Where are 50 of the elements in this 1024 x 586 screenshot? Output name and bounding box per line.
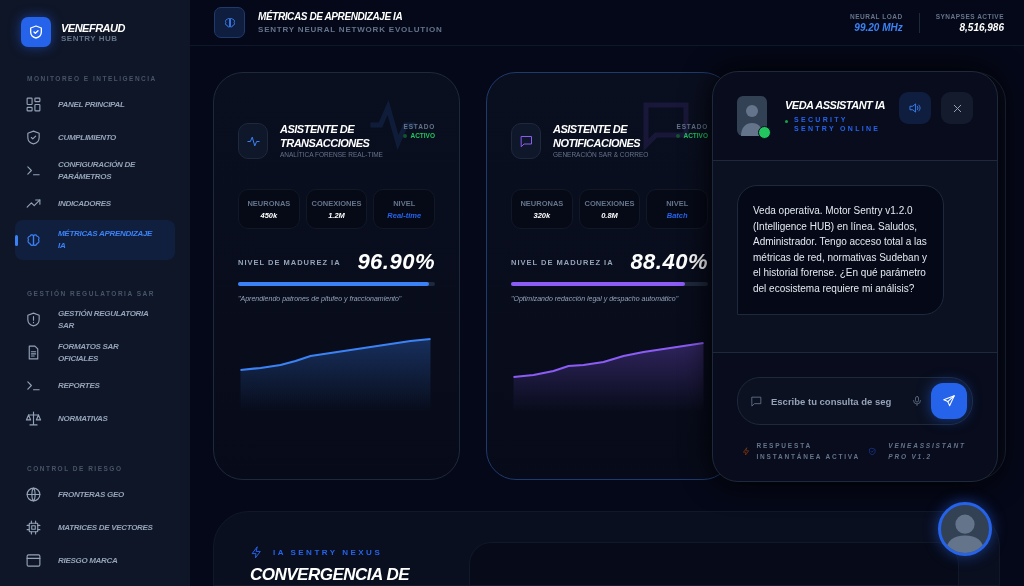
- grid-icon: [25, 96, 42, 113]
- window-icon: [25, 552, 42, 569]
- chat-bubble-icon: [750, 394, 763, 408]
- brand-subtitle: SENTRY HUB: [61, 33, 119, 43]
- sidebar-item[interactable]: PANEL PRINCIPAL: [15, 88, 175, 121]
- card-title: ASISTENTE DE NOTIFICACIONES: [553, 122, 642, 150]
- sidebar-item[interactable]: RIESGO MARCA: [15, 544, 175, 577]
- maturity-value: 88.40%: [630, 249, 708, 275]
- brain-icon: [222, 15, 237, 30]
- lightning-icon: [742, 446, 751, 456]
- assistant-name: VEDA ASSISTANT IA: [785, 99, 886, 111]
- page-title: MÉTRICAS DE APRENDIZAJE IA: [258, 11, 404, 22]
- assistant-message: Veda operativa. Motor Sentry v1.2.0 (Intelligence HUB) en línea. Saludos, Administrador. Tengo acceso total a las métricas de red, normativas Sudeban y el historial forense. ¿En qué parámetro del ecosistema requiere mi análisis?: [737, 185, 944, 315]
- chip-icon: [25, 519, 42, 536]
- shield-alert-icon: [25, 311, 42, 328]
- assistant-avatar-button[interactable]: [938, 502, 992, 556]
- send-icon: [942, 394, 956, 408]
- shield-check-icon: [25, 129, 42, 146]
- stat-value: 8,516,986: [958, 21, 1004, 33]
- message-input[interactable]: Escribe tu consulta de seg: [771, 395, 903, 407]
- sidebar-item[interactable]: REPORTES: [15, 369, 175, 402]
- card-title: ASISTENTE DE TRANSACCIONES: [280, 122, 371, 150]
- section-label: IA SENTRY NEXUS: [273, 548, 383, 557]
- chat-bubble-icon: [518, 133, 534, 149]
- sidebar-item[interactable]: MATRICES DE VECTORES: [15, 511, 175, 544]
- scale-icon: [25, 410, 42, 427]
- send-button[interactable]: [931, 383, 967, 419]
- globe-icon: [25, 486, 42, 503]
- status-dot: [785, 120, 788, 123]
- page-subtitle: SENTRY NEURAL NETWORK EVOLUTION: [258, 25, 443, 34]
- section-heading: CONVERGENCIA DE: [250, 565, 410, 585]
- stat-value: 99.20 MHz: [853, 21, 903, 33]
- shield-check-icon: [867, 446, 877, 456]
- shield-check-icon: [28, 24, 44, 40]
- lightning-icon: [250, 546, 263, 559]
- brain-icon: [25, 231, 42, 249]
- avatar-silhouette: [737, 96, 767, 136]
- maturity-value: 96.90%: [357, 249, 435, 275]
- sidebar-item[interactable]: CUMPLIMIENTO: [15, 121, 175, 154]
- speaker-button[interactable]: [899, 92, 931, 124]
- brand-name: VENEFRAUD: [61, 21, 125, 34]
- sidebar-item[interactable]: GESTIÓN REGULATORIA SAR: [15, 303, 175, 336]
- sidebar-item[interactable]: FORMATOS SAR OFICIALES: [15, 336, 175, 369]
- sidebar-item[interactable]: MÉTRICAS APRENDIZAJE IA: [15, 220, 175, 260]
- microphone-icon: [911, 395, 923, 407]
- sidebar-item[interactable]: CONFIGURACIÓN DE PARÁMETROS: [15, 154, 175, 187]
- sidebar-item[interactable]: FRONTERAS GEO: [15, 478, 175, 511]
- sidebar-item[interactable]: INDICADORES: [15, 187, 175, 220]
- sidebar-item[interactable]: NORMATIVAS: [15, 402, 175, 435]
- speaker-icon: [908, 101, 922, 115]
